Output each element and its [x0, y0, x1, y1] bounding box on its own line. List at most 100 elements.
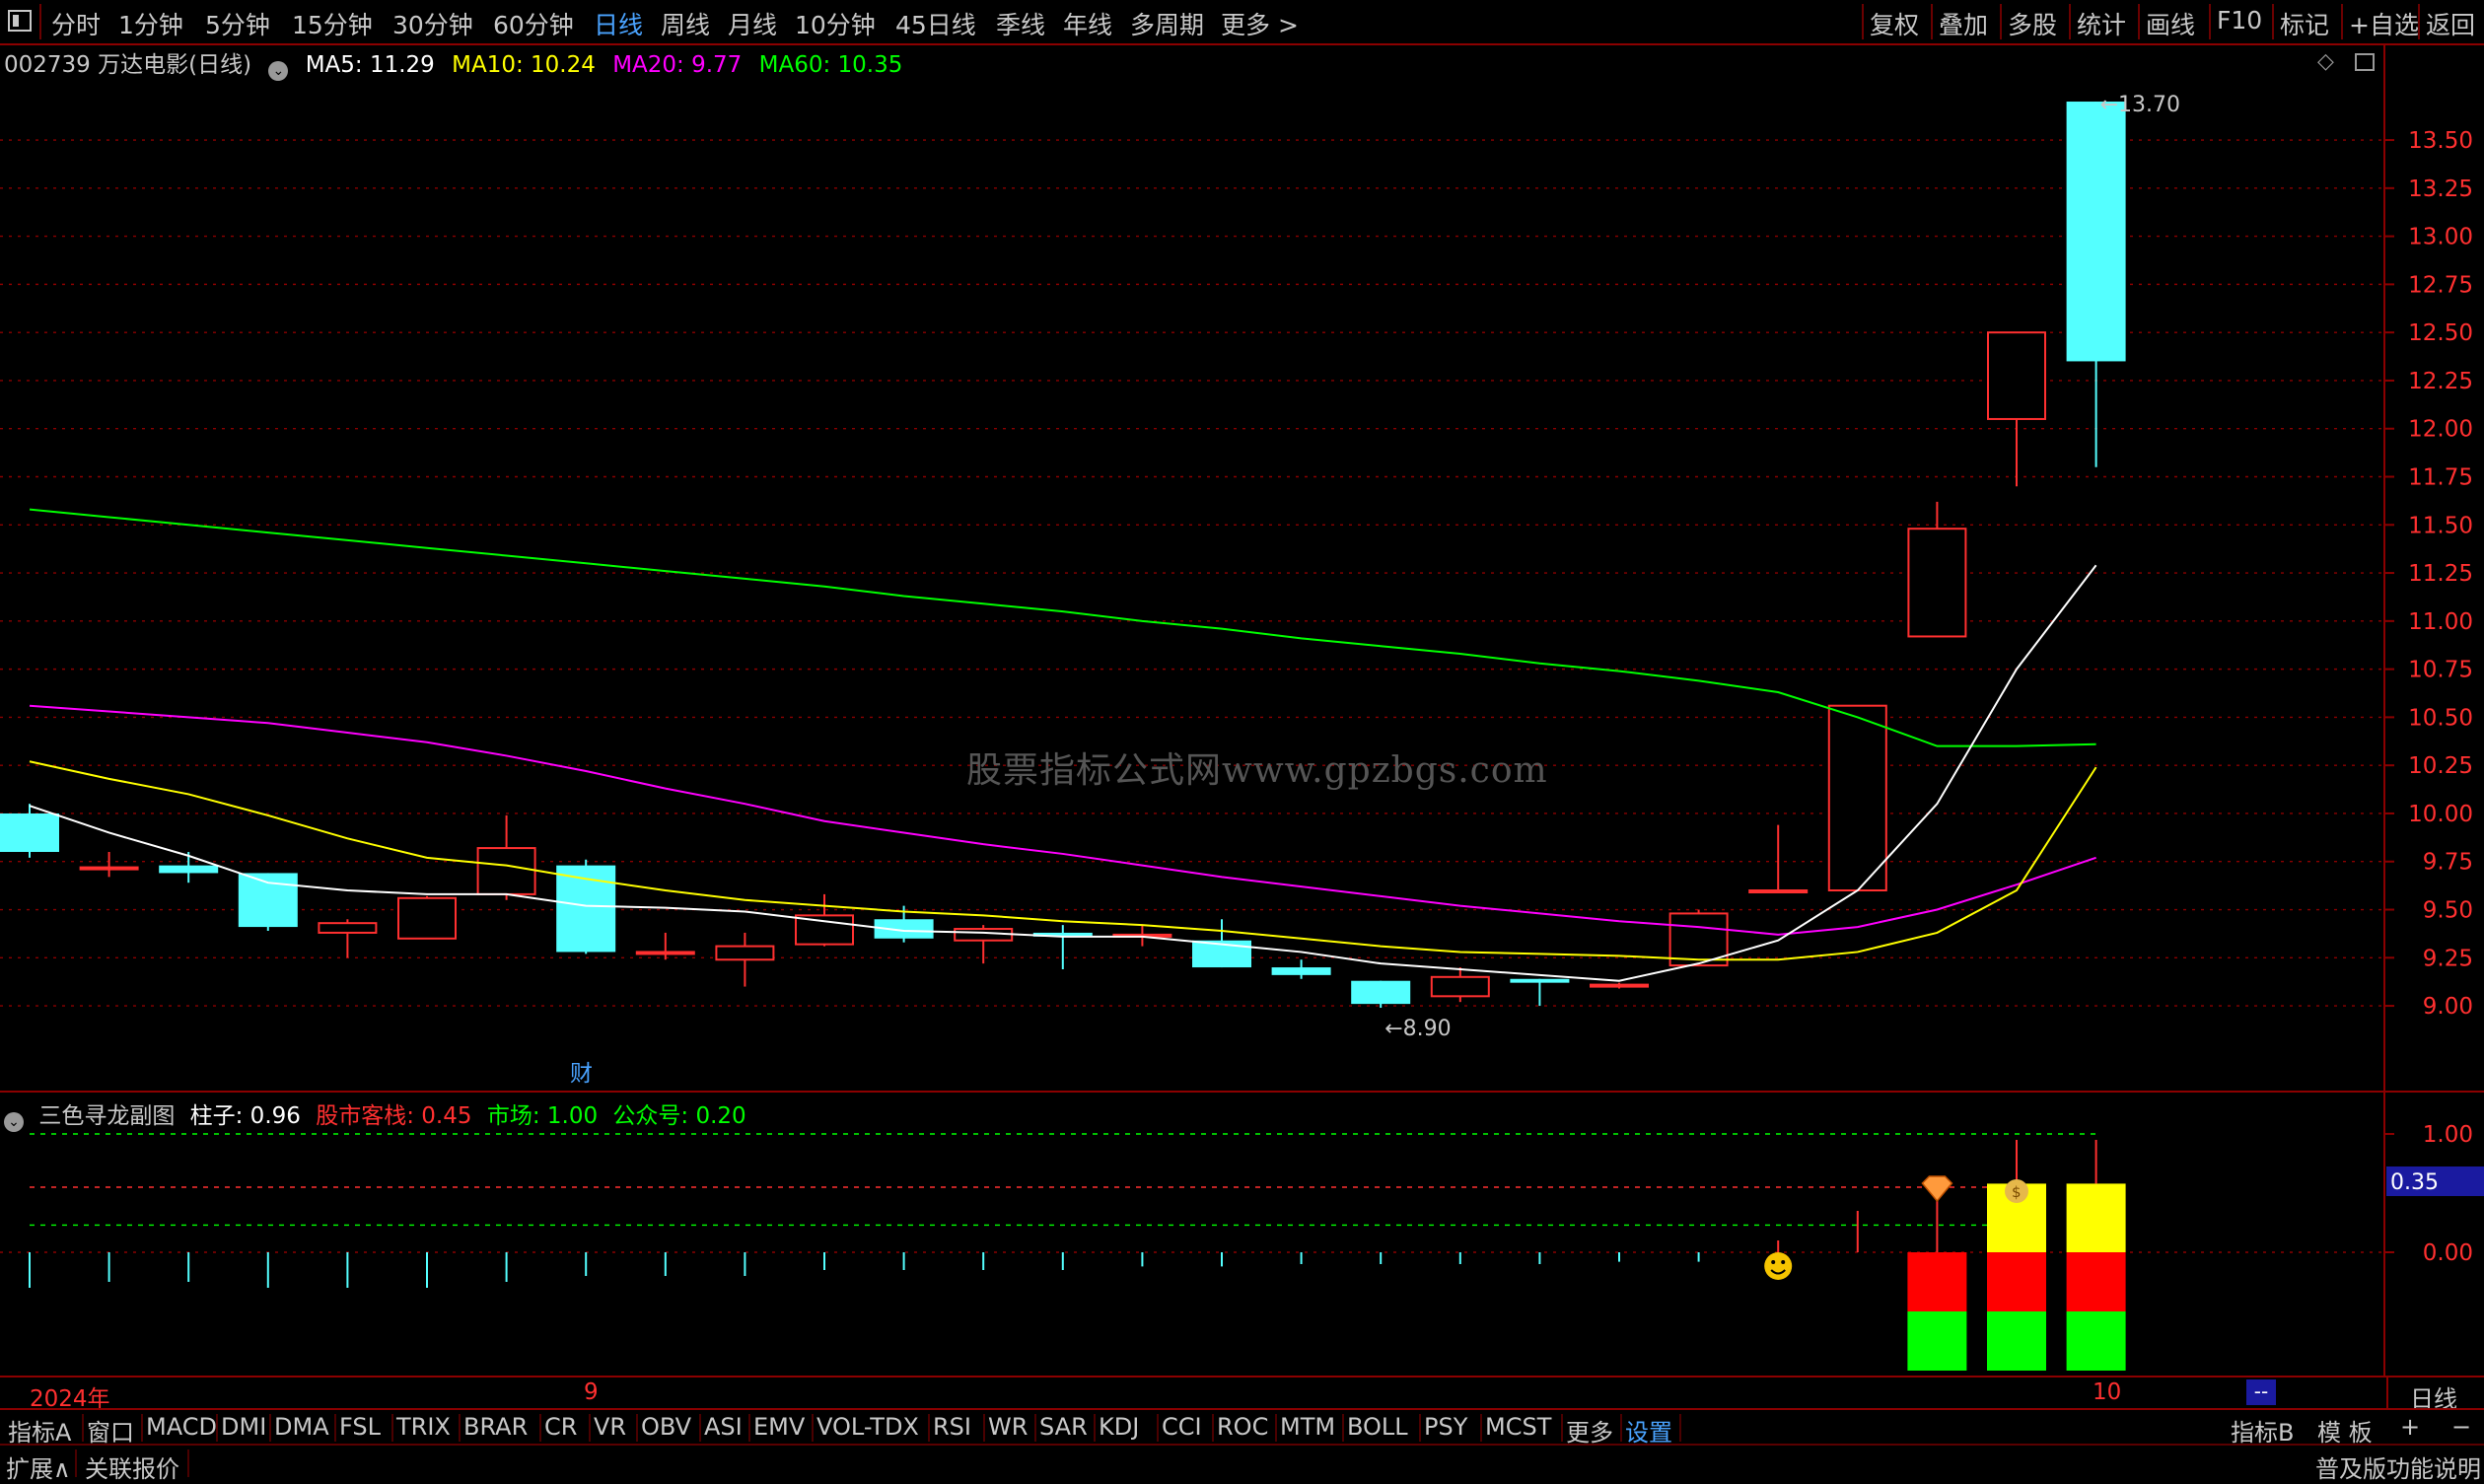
- indicator-tab-19[interactable]: ROC: [1217, 1413, 1268, 1441]
- period-tab-13[interactable]: 多周期: [1130, 6, 1204, 41]
- indicator-tab-21[interactable]: BOLL: [1347, 1413, 1408, 1441]
- candle-body: [159, 865, 219, 874]
- indicator-tab-2[interactable]: MACD: [146, 1413, 217, 1441]
- candle: [715, 932, 775, 987]
- indicator-tab-0[interactable]: 指标A: [8, 1413, 71, 1448]
- indicator-tab-4[interactable]: DMA: [274, 1413, 329, 1441]
- toolbar-btn-3[interactable]: 统计: [2077, 6, 2126, 41]
- period-tab-2[interactable]: 5分钟: [205, 6, 270, 41]
- tab-divider: [699, 1414, 701, 1442]
- candle: [2066, 102, 2126, 467]
- toolbar-divider: [1931, 4, 1933, 39]
- period-tab-6[interactable]: 日线: [594, 6, 643, 41]
- toolbar-btn-6[interactable]: 标记: [2280, 6, 2329, 41]
- indicator-tab-20[interactable]: MTM: [1280, 1413, 1335, 1441]
- indicator-tab-9[interactable]: VR: [594, 1413, 626, 1441]
- period-tab-12[interactable]: 年线: [1063, 6, 1112, 41]
- indicator-tab-7[interactable]: BRAR: [463, 1413, 528, 1441]
- candle: [1430, 967, 1490, 1003]
- tab-right-1[interactable]: 模 板: [2317, 1413, 2373, 1448]
- period-tab-0[interactable]: 分时: [51, 6, 101, 41]
- indicator-tab-11[interactable]: ASI: [704, 1413, 743, 1441]
- indicator-subchart[interactable]: 1.00 0.00 0.35 $: [0, 1093, 2484, 1376]
- indicator-tab-1[interactable]: 窗口: [87, 1413, 134, 1448]
- candle-body: [238, 873, 298, 928]
- price-chart[interactable]: 13.50 13.25 13.00 12.75 12.50 12.25 12.00 11.75…: [0, 43, 2484, 1093]
- sub-tick-label: 0.00: [2423, 1240, 2473, 1266]
- period-tab-4[interactable]: 30分钟: [392, 6, 473, 41]
- indicator-tab-8[interactable]: CR: [544, 1413, 577, 1441]
- indicator-tab-23[interactable]: MCST: [1485, 1413, 1551, 1441]
- sub-tick-label: 1.00: [2423, 1122, 2473, 1148]
- period-tab-14[interactable]: 更多 >: [1221, 6, 1299, 41]
- candle-body: [397, 896, 457, 940]
- tab-divider: [334, 1414, 336, 1442]
- indicator-tab-12[interactable]: EMV: [753, 1413, 805, 1441]
- toolbar-btn-4[interactable]: 画线: [2146, 6, 2195, 41]
- price-tick-label: 12.50: [2408, 320, 2473, 346]
- indicator-tab-22[interactable]: PSY: [1424, 1413, 1467, 1441]
- money-bag-icon: $: [2005, 1179, 2028, 1203]
- tab-divider: [748, 1414, 750, 1442]
- sub-dropdown-icon[interactable]: ⌄: [4, 1112, 24, 1132]
- tab-divider: [1094, 1414, 1096, 1442]
- toolbar-btn-1[interactable]: 叠加: [1939, 6, 1988, 41]
- expand-button[interactable]: 扩展∧: [6, 1449, 71, 1484]
- period-tab-11[interactable]: 季线: [996, 6, 1045, 41]
- gushi-value: 股市客栈: 0.45: [316, 1103, 472, 1129]
- indicator-tab-6[interactable]: TRIX: [396, 1413, 451, 1441]
- indicator-tab-18[interactable]: CCI: [1162, 1413, 1202, 1441]
- price-tick-label: 13.50: [2408, 128, 2473, 154]
- indicator-tab-13[interactable]: VOL-TDX: [816, 1413, 919, 1441]
- indicator-tab-17[interactable]: KDJ: [1099, 1413, 1139, 1441]
- block-yellow: [2066, 1183, 2126, 1252]
- status-bar: 扩展∧ 关联报价 普及版功能说明: [0, 1444, 2484, 1484]
- period-tab-7[interactable]: 周线: [661, 6, 710, 41]
- period-tab-1[interactable]: 1分钟: [118, 6, 183, 41]
- period-tab-5[interactable]: 60分钟: [493, 6, 574, 41]
- tab-divider: [269, 1414, 271, 1442]
- tab-right-0[interactable]: 指标B: [2231, 1413, 2294, 1448]
- price-tick-label: 9.00: [2423, 994, 2473, 1020]
- indicator-tab-16[interactable]: SAR: [1039, 1413, 1088, 1441]
- indicator-tab-24[interactable]: 更多: [1566, 1413, 1613, 1448]
- min-price-label: ←8.90: [1384, 1017, 1451, 1041]
- toolbar-divider: [39, 4, 41, 39]
- watermark-text: 股票指标公式网www.gpzbgs.com: [966, 750, 1548, 791]
- period-tab-10[interactable]: 45日线: [895, 6, 976, 41]
- indicator-tab-10[interactable]: OBV: [641, 1413, 691, 1441]
- toolbar-divider: [2138, 4, 2140, 39]
- candle: [1827, 704, 1887, 892]
- tab-divider: [1480, 1414, 1482, 1442]
- candle: [1271, 959, 1331, 979]
- indicator-tab-3[interactable]: DMI: [221, 1413, 266, 1441]
- indicator-tab-14[interactable]: RSI: [933, 1413, 971, 1441]
- toolbar-btn-2[interactable]: 多股: [2008, 6, 2057, 41]
- layout-toggle-icon[interactable]: [8, 10, 32, 32]
- period-tab-8[interactable]: 月线: [728, 6, 777, 41]
- cursor-date-box: --: [2246, 1379, 2276, 1405]
- related-quote-button[interactable]: 关联报价: [85, 1449, 179, 1484]
- price-tick-label: 10.50: [2408, 705, 2473, 731]
- version-info-button[interactable]: 普及版功能说明: [2315, 1449, 2481, 1484]
- indicator-tab-5[interactable]: FSL: [339, 1413, 381, 1441]
- candle: [1032, 925, 1093, 970]
- tab-divider: [983, 1414, 985, 1442]
- indicator-tab-15[interactable]: WR: [988, 1413, 1028, 1441]
- tab-divider: [459, 1414, 461, 1442]
- toolbar-btn-7[interactable]: +自选: [2349, 6, 2419, 41]
- price-tick-label: 13.00: [2408, 225, 2473, 250]
- period-tab-9[interactable]: 10分钟: [795, 6, 876, 41]
- tab-right-2[interactable]: +: [2400, 1413, 2420, 1441]
- indicator-tab-25[interactable]: 设置: [1625, 1413, 1672, 1448]
- block-red: [2066, 1252, 2126, 1311]
- candle: [1987, 331, 2046, 487]
- toolbar-btn-5[interactable]: F10: [2217, 6, 2262, 35]
- period-toolbar: 分时 1分钟 5分钟 15分钟 30分钟 60分钟 日线 周线 月线 10分钟 45日线 季线 年线 多周…: [0, 0, 2484, 45]
- period-tab-3[interactable]: 15分钟: [292, 6, 373, 41]
- tab-right-3[interactable]: −: [2451, 1413, 2471, 1441]
- candle-body: [0, 813, 59, 852]
- toolbar-btn-8[interactable]: 返回: [2426, 6, 2475, 41]
- candle-body: [1430, 975, 1490, 998]
- toolbar-btn-0[interactable]: 复权: [1870, 6, 1919, 41]
